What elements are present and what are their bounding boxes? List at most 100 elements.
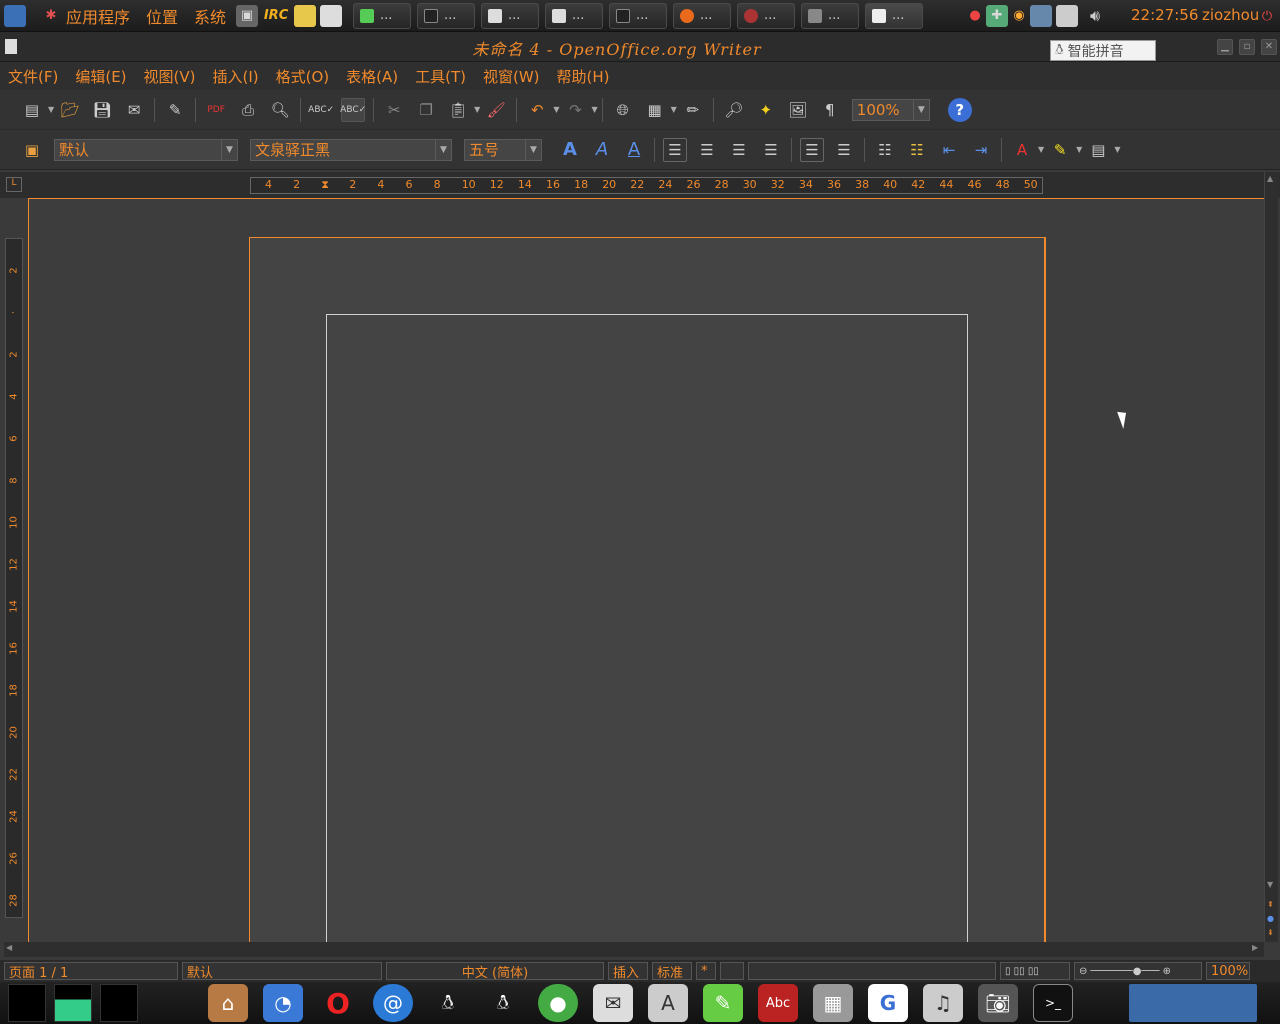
- horizontal-ruler[interactable]: 4 2 ⧗ 2 4 6 8 10 12 14 16 18 20 22 24 26 28 30 32 34 36 38 40 4…: [250, 177, 1043, 194]
- swirl-app-icon[interactable]: ◔: [263, 984, 303, 1022]
- menu-format[interactable]: 格式(O): [276, 66, 330, 87]
- show-desktop-icon[interactable]: [4, 4, 26, 27]
- menu-tools[interactable]: 工具(T): [415, 66, 466, 87]
- scanner-launcher-icon[interactable]: [320, 4, 343, 27]
- places-menu[interactable]: 位置: [146, 4, 178, 28]
- horizontal-scrollbar[interactable]: ◀ ▶: [4, 942, 1264, 957]
- export-pdf-icon[interactable]: PDF: [204, 98, 228, 122]
- calculator-icon[interactable]: ▦: [813, 984, 853, 1022]
- penguin-app-icon[interactable]: 🐧︎: [428, 984, 468, 1022]
- clone-format-icon[interactable]: 🖌︎: [484, 98, 508, 122]
- autospellcheck-icon[interactable]: ABC✓: [340, 97, 366, 122]
- next-page-icon[interactable]: ⇟: [1267, 928, 1274, 937]
- chevron-down-icon[interactable]: ▼: [912, 99, 929, 120]
- system-menu[interactable]: 系统: [194, 4, 226, 28]
- vertical-ruler[interactable]: 2 · 2 4 6 8 10 12 14 16 18 20 22 24 26 28: [5, 238, 23, 918]
- highlighting-icon[interactable]: ✎: [1048, 138, 1072, 162]
- language-indicator[interactable]: 中文 (简体): [386, 962, 604, 981]
- print-preview-icon[interactable]: 🔍︎: [268, 98, 292, 122]
- view-layout-buttons[interactable]: ▯ ▯▯ ▯▯: [1000, 962, 1070, 980]
- network-tray-icon[interactable]: ✚: [986, 4, 1008, 27]
- memory-graph[interactable]: [54, 984, 92, 1022]
- help-icon[interactable]: ?: [947, 97, 972, 122]
- zoom-combo[interactable]: 100% ▼: [851, 98, 930, 121]
- table-icon[interactable]: ▦: [643, 98, 667, 122]
- close-button[interactable]: ✕: [1261, 39, 1277, 55]
- cpu-graph[interactable]: [8, 984, 46, 1022]
- terminal-icon[interactable]: >_: [1033, 984, 1073, 1022]
- spellcheck-icon[interactable]: ABC✓: [308, 98, 334, 122]
- display-tray-icon[interactable]: [1030, 4, 1052, 27]
- previous-page-icon[interactable]: ⇞: [1267, 900, 1274, 909]
- email-icon[interactable]: ✉: [122, 98, 146, 122]
- volume-icon[interactable]: 🔊︎: [1084, 5, 1106, 27]
- insert-mode-indicator[interactable]: 插入: [608, 962, 648, 981]
- bullets-icon[interactable]: ☷: [905, 138, 929, 162]
- ime-indicator[interactable]: 🐧︎ 智能拼音: [1050, 40, 1156, 61]
- chevron-down-icon[interactable]: ▼: [221, 139, 237, 160]
- mail-icon[interactable]: @: [373, 984, 413, 1022]
- minimize-button[interactable]: ▁: [1217, 39, 1233, 55]
- tray-icon[interactable]: ●: [964, 5, 986, 27]
- menu-view[interactable]: 视图(V): [144, 66, 196, 87]
- text-direction-ltr-icon[interactable]: ☰: [800, 137, 824, 162]
- align-right-icon[interactable]: ☰: [727, 138, 751, 162]
- camera-icon[interactable]: 📷︎: [978, 984, 1018, 1022]
- dictionary-icon[interactable]: A: [648, 984, 688, 1022]
- task-button[interactable]: ...: [801, 2, 860, 29]
- task-button[interactable]: ...: [481, 2, 540, 29]
- paste-icon[interactable]: 📋︎: [446, 98, 470, 122]
- zoom-slider[interactable]: ⊖ ───────●─── ⊕: [1074, 962, 1202, 980]
- new-document-icon[interactable]: ▤: [20, 98, 44, 122]
- print-icon[interactable]: ⎙: [236, 98, 260, 122]
- font-size-combo[interactable]: 五号 ▼: [464, 138, 542, 161]
- scroll-up-icon[interactable]: ▲: [1267, 174, 1273, 183]
- find-replace-icon[interactable]: 🔎︎: [722, 98, 746, 122]
- task-button[interactable]: ...: [353, 2, 412, 29]
- menu-help[interactable]: 帮助(H): [557, 66, 610, 87]
- task-button[interactable]: ...: [865, 2, 924, 29]
- document-area[interactable]: [28, 198, 1264, 942]
- menu-file[interactable]: 文件(F): [8, 66, 58, 87]
- text-body-area[interactable]: [326, 314, 968, 942]
- menu-table[interactable]: 表格(A): [346, 66, 398, 87]
- navigation-icon[interactable]: ●: [1267, 914, 1274, 923]
- applications-menu[interactable]: 应用程序: [66, 4, 130, 28]
- gallery-icon[interactable]: 🖼︎: [786, 98, 810, 122]
- open-icon[interactable]: 📂︎: [58, 98, 82, 122]
- draw-functions-icon[interactable]: ✏: [681, 98, 705, 122]
- modified-indicator[interactable]: *: [696, 962, 716, 980]
- task-button[interactable]: ...: [609, 2, 668, 29]
- task-button[interactable]: ...: [673, 2, 732, 29]
- navigator-icon[interactable]: ✦: [754, 98, 778, 122]
- clock[interactable]: 22:27:56: [1131, 6, 1198, 24]
- page[interactable]: [249, 237, 1046, 942]
- qq-tray-icon[interactable]: ◉: [1008, 5, 1030, 27]
- decrease-indent-icon[interactable]: ⇤: [937, 138, 961, 162]
- styles-formatting-icon[interactable]: ▣: [20, 138, 44, 162]
- menu-insert[interactable]: 插入(I): [213, 66, 259, 87]
- formatting-marks-icon[interactable]: ¶: [818, 98, 842, 122]
- abc-dictionary-icon[interactable]: Abc: [758, 984, 798, 1022]
- google-icon[interactable]: G: [868, 984, 908, 1022]
- undo-icon[interactable]: ↶: [525, 98, 549, 122]
- chevron-down-icon[interactable]: ▼: [435, 139, 451, 160]
- task-button[interactable]: ...: [417, 2, 476, 29]
- logout-icon[interactable]: ⏻: [1256, 5, 1278, 27]
- hyperlink-icon[interactable]: 🌐︎: [611, 98, 635, 122]
- justify-icon[interactable]: ☰: [759, 138, 783, 162]
- paragraph-style-combo[interactable]: 默认 ▼: [54, 138, 238, 161]
- increase-indent-icon[interactable]: ⇥: [969, 138, 993, 162]
- vertical-scrollbar[interactable]: ▲ ▼ ⇞ ● ⇟: [1264, 172, 1278, 942]
- tab-stop-selector[interactable]: L: [6, 177, 22, 192]
- monitor-launcher-icon[interactable]: ▣: [236, 4, 259, 27]
- italic-icon[interactable]: A: [590, 138, 614, 162]
- background-color-icon[interactable]: ▤: [1086, 138, 1110, 162]
- save-icon[interactable]: 💾︎: [90, 98, 114, 122]
- clipboard-tray-icon[interactable]: [1056, 4, 1078, 27]
- signature-indicator[interactable]: [720, 962, 744, 980]
- scroll-left-icon[interactable]: ◀: [6, 943, 12, 952]
- numbering-icon[interactable]: ☷: [873, 138, 897, 162]
- redo-icon[interactable]: ↷: [563, 98, 587, 122]
- music-player-icon[interactable]: ♫: [923, 984, 963, 1022]
